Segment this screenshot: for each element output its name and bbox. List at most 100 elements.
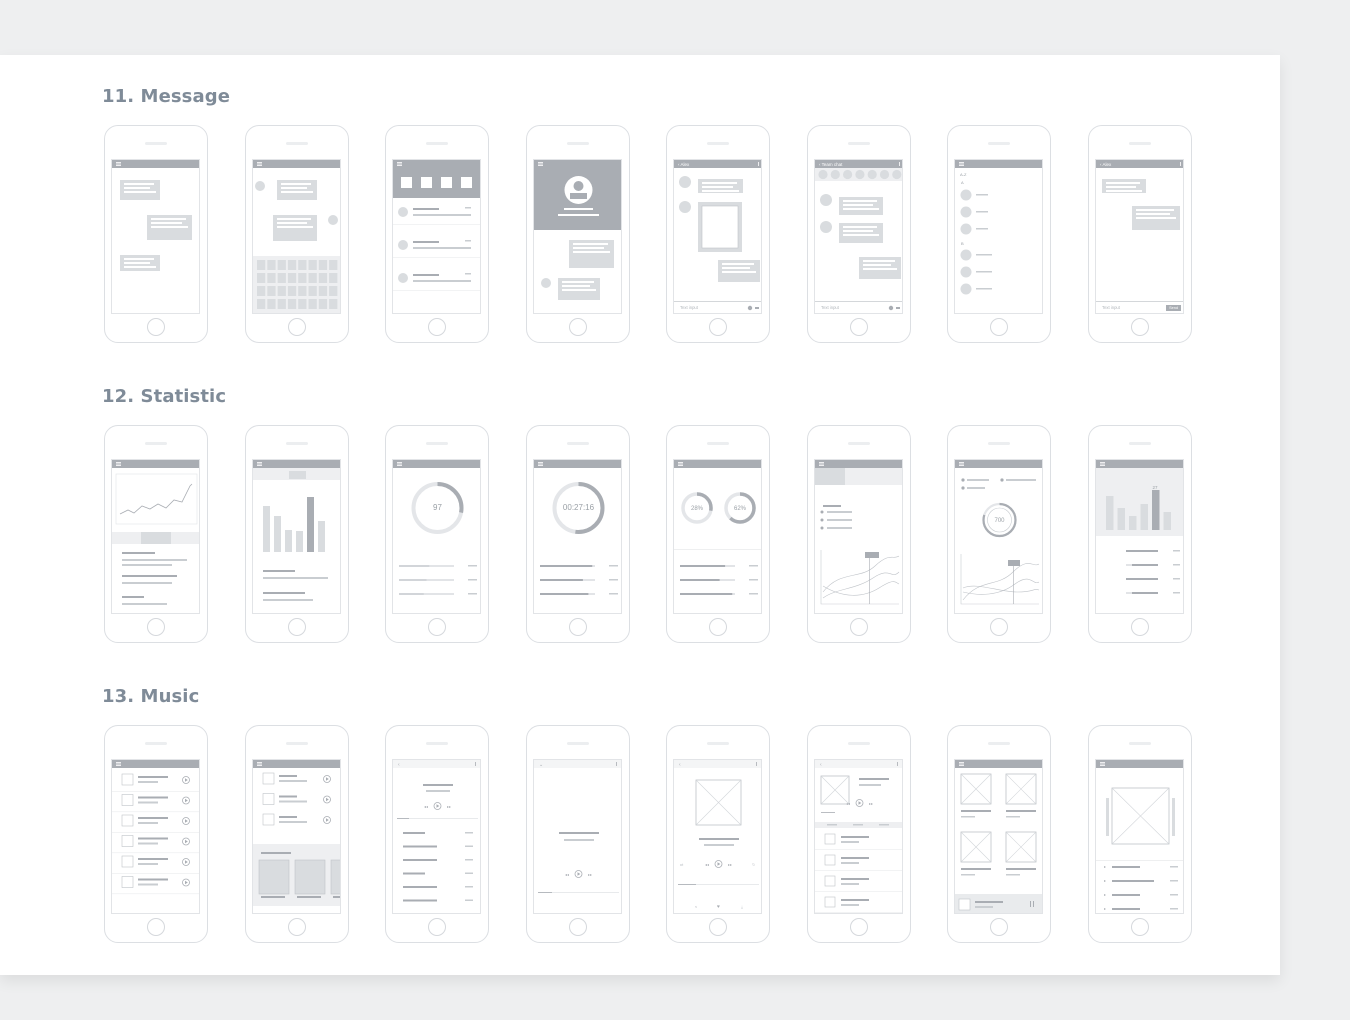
menu-icon (959, 163, 964, 165)
menu-icon (538, 162, 543, 163)
phone-speaker (988, 742, 1010, 745)
play-glyph (858, 801, 862, 805)
album-card (294, 859, 326, 895)
text-line (413, 247, 471, 249)
app-header (112, 460, 199, 468)
phone-speaker (988, 442, 1010, 445)
phone-mockup-music-5: ‹ ◂◂ ▸▸ ⇄ ↻ < ♥ ⤓ (666, 725, 770, 943)
top-bar (674, 760, 761, 768)
circle (855, 169, 865, 180)
key (298, 299, 307, 309)
phone-screen-line-chart (111, 459, 200, 614)
bubble-line (843, 230, 873, 232)
screen-wireframe: 28% 62% (674, 460, 761, 595)
text-line (261, 852, 291, 854)
phone-screen-contacts-list (392, 159, 481, 314)
menu-icon (959, 763, 964, 765)
pause-icon (1033, 901, 1034, 907)
key (267, 260, 276, 270)
text-line (1112, 880, 1154, 882)
phone-screen-track-list (111, 759, 200, 914)
phone-speaker (426, 442, 448, 445)
contact-thumb (401, 177, 412, 188)
play-glyph (185, 839, 188, 844)
key (308, 299, 317, 309)
tab-active (289, 471, 306, 479)
menu-icon (257, 165, 262, 166)
text-line (279, 775, 297, 777)
circle (328, 215, 338, 225)
phone-mockup-statistic-1 (104, 425, 208, 643)
progress-fill (540, 579, 583, 581)
track-duration (1170, 894, 1178, 896)
screen-wireframe: ‹ Alex Text input (674, 160, 761, 311)
phone-speaker (1129, 442, 1151, 445)
play-glyph (326, 818, 329, 822)
bubble-line (1106, 182, 1140, 184)
album-title (1006, 810, 1036, 812)
donut-value: 62% (734, 506, 747, 512)
menu-icon (397, 165, 402, 166)
home-button (147, 918, 165, 936)
input-divider (1096, 301, 1183, 302)
text-line (413, 274, 439, 276)
menu-icon (959, 165, 964, 166)
bubble-line (863, 260, 895, 262)
text-line (699, 838, 739, 840)
divider (112, 791, 199, 792)
previous-icon: ◂◂ (424, 804, 428, 809)
phone-speaker (848, 142, 870, 145)
text-line (1112, 866, 1140, 868)
phone-speaker (567, 142, 589, 145)
circle (867, 169, 877, 180)
key (267, 299, 276, 309)
phone-screen-chat-keyboard (252, 159, 341, 314)
track-duration (465, 832, 473, 834)
tab-label (879, 824, 889, 826)
phone-mockup-statistic-3: 97 (385, 425, 489, 643)
menu-icon (1100, 462, 1105, 463)
text-input: Text input (680, 305, 699, 310)
menu-icon (959, 463, 964, 465)
more-icon (475, 762, 476, 766)
home-button (147, 618, 165, 636)
text-line (263, 570, 295, 572)
bubble-line (1106, 186, 1136, 188)
phone-speaker (567, 442, 589, 445)
bubble-line (702, 190, 739, 192)
section-title: 11. Message (102, 86, 231, 107)
phone-screen-album-tracks: ‹ ◂◂ ▸▸ (814, 759, 903, 914)
text-line (279, 795, 297, 798)
phone-mockup-statistic-7: 700 (947, 425, 1051, 643)
play-small-icon: ▸ (1104, 878, 1106, 883)
phone-speaker (567, 742, 589, 745)
phone-screen-ring-lines: 700 (954, 459, 1043, 614)
screen-wireframe (393, 160, 480, 291)
menu-icon (678, 465, 683, 466)
phone-mockup-statistic-8: 27 (1088, 425, 1192, 643)
text-line (138, 837, 168, 840)
phone-mockup-music-4: ⌄ ◂◂ ▸▸ (526, 725, 630, 943)
track-duration (465, 872, 473, 874)
home-button (850, 318, 868, 336)
menu-icon (397, 465, 402, 466)
divider (815, 870, 902, 871)
bar (274, 516, 281, 552)
menu-icon (257, 163, 262, 165)
bar (285, 530, 292, 552)
menu-icon (959, 762, 964, 763)
bubble-line (702, 182, 737, 184)
top-bar (393, 760, 480, 768)
bubble-line (124, 191, 156, 193)
app-header (393, 160, 480, 168)
bubble-line (1136, 213, 1170, 215)
bubble-line (124, 187, 150, 189)
text-input: Text input (1102, 305, 1121, 310)
bubble-line (843, 200, 877, 202)
phone-speaker (145, 442, 167, 445)
send-icon (755, 307, 759, 309)
bubble-line (277, 222, 307, 224)
phone-screen-player-simple: ⌄ ◂◂ ▸▸ (533, 759, 622, 914)
app-header (393, 460, 480, 468)
app-header (1096, 460, 1183, 468)
